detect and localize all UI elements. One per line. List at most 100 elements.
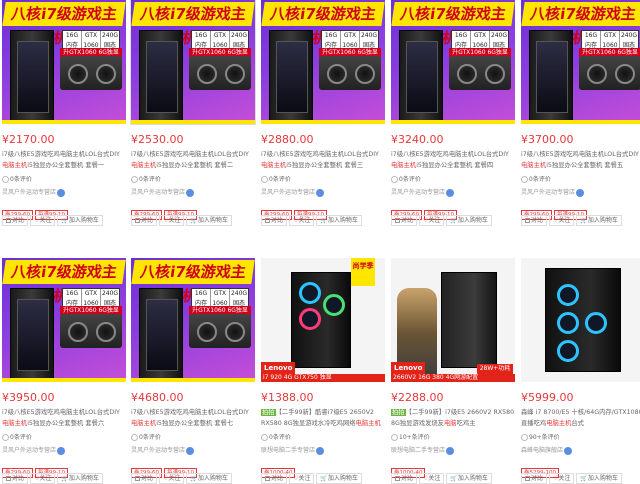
product-banner-image[interactable]: 八核i7级游戏主机 16G 内存 GTX 1060 240G 固态 升GTX10… bbox=[131, 0, 255, 124]
add-cart-button[interactable]: 🛒加入购物车 bbox=[576, 473, 622, 484]
review-count[interactable]: 0条评价 bbox=[391, 174, 515, 186]
chat-icon[interactable] bbox=[446, 188, 455, 197]
follow-button[interactable]: ♡关注 bbox=[289, 215, 315, 226]
follow-button[interactable]: ♡关注 bbox=[30, 473, 56, 484]
product-banner-image[interactable]: 八核i7级游戏主机 16G 内存 GTX 1060 240G 固态 升GTX10… bbox=[2, 258, 126, 382]
chat-icon[interactable] bbox=[57, 446, 66, 455]
follow-button[interactable]: ♡关注 bbox=[419, 215, 445, 226]
chat-icon[interactable] bbox=[186, 188, 195, 197]
compare-button[interactable]: 对比 bbox=[261, 473, 288, 484]
add-cart-button[interactable]: 🛒加入购物车 bbox=[186, 215, 232, 226]
follow-button[interactable]: ♡关注 bbox=[549, 473, 575, 484]
add-cart-button[interactable]: 🛒加入购物车 bbox=[316, 473, 362, 484]
product-image[interactable]: 八核i7级游戏主机 16G 内存 GTX 1060 240G 固态 升GTX10… bbox=[131, 258, 255, 382]
review-count[interactable]: 0条评价 bbox=[261, 432, 385, 444]
product-card[interactable]: 八核i7级游戏主机 16G 内存 GTX 1060 240G 固态 升GTX10… bbox=[2, 0, 126, 226]
add-cart-button[interactable]: 🛒加入购物车 bbox=[186, 473, 232, 484]
store-link[interactable]: 灵风户外运动专营店 bbox=[131, 445, 255, 457]
review-count[interactable]: 0条评价 bbox=[261, 174, 385, 186]
follow-button[interactable]: ♡关注 bbox=[159, 473, 185, 484]
product-photo[interactable] bbox=[521, 258, 640, 382]
store-link[interactable]: 灵风户外运动专营店 bbox=[521, 187, 640, 199]
chat-icon[interactable] bbox=[576, 188, 585, 197]
store-link[interactable]: 灵风户外运动专营店 bbox=[391, 187, 515, 199]
compare-button[interactable]: 对比 bbox=[2, 215, 29, 226]
product-title-link[interactable]: i7级八核E5游戏吃鸡电脑主机LOL台式DIY 电脑主机i5独显办公全套整机 套餐… bbox=[391, 149, 515, 171]
follow-button[interactable]: ♡关注 bbox=[289, 473, 315, 484]
product-image[interactable] bbox=[521, 258, 640, 382]
product-card[interactable]: 八核i7级游戏主机 16G 内存 GTX 1060 240G 固态 升GTX10… bbox=[2, 258, 126, 484]
product-card[interactable]: 八核i7级游戏主机 16G 内存 GTX 1060 240G 固态 升GTX10… bbox=[521, 0, 640, 226]
add-cart-button[interactable]: 🛒加入购物车 bbox=[57, 473, 103, 484]
product-banner-image[interactable]: 八核i7级游戏主机 16G 内存 GTX 1060 240G 固态 升GTX10… bbox=[521, 0, 640, 124]
product-banner-image[interactable]: 八核i7级游戏主机 16G 内存 GTX 1060 240G 固态 升GTX10… bbox=[131, 258, 255, 382]
product-banner-image[interactable]: 八核i7级游戏主机 16G 内存 GTX 1060 240G 固态 升GTX10… bbox=[2, 0, 126, 124]
product-photo[interactable]: Lenovo 28W+功耗 2660V2 16G 380 4G网游配置 bbox=[391, 258, 515, 382]
follow-button[interactable]: ♡关注 bbox=[159, 215, 185, 226]
follow-button[interactable]: ♡关注 bbox=[419, 473, 445, 484]
product-image[interactable]: 八核i7级游戏主机 16G 内存 GTX 1060 240G 固态 升GTX10… bbox=[2, 0, 126, 124]
chat-icon[interactable] bbox=[316, 188, 325, 197]
chat-icon[interactable] bbox=[186, 446, 195, 455]
product-card[interactable]: Lenovo 28W+功耗 2660V2 16G 380 4G网游配置 ¥228… bbox=[391, 258, 515, 484]
product-title-link[interactable]: i7级八核E5游戏吃鸡电脑主机LOL台式DIY 电脑主机i5独显办公全套整机 套餐… bbox=[2, 149, 126, 171]
product-card[interactable]: 八核i7级游戏主机 16G 内存 GTX 1060 240G 固态 升GTX10… bbox=[261, 0, 385, 226]
product-card[interactable]: 八核i7级游戏主机 16G 内存 GTX 1060 240G 固态 升GTX10… bbox=[130, 0, 256, 226]
compare-button[interactable]: 对比 bbox=[2, 473, 29, 484]
review-count[interactable]: 90+条评价 bbox=[521, 432, 640, 444]
chat-icon[interactable] bbox=[57, 188, 66, 197]
product-image[interactable]: 八核i7级游戏主机 16G 内存 GTX 1060 240G 固态 升GTX10… bbox=[391, 0, 515, 124]
store-link[interactable]: 联想电脑二手专营店 bbox=[391, 445, 515, 457]
store-link[interactable]: 灵风户外运动专营店 bbox=[131, 187, 255, 199]
compare-button[interactable]: 对比 bbox=[131, 215, 158, 226]
compare-button[interactable]: 对比 bbox=[391, 473, 418, 484]
product-card[interactable]: 尚学季 Lenovo i7 920 4G GTX750 独显 ¥1388.00 … bbox=[261, 258, 385, 484]
product-title-link[interactable]: i7级八核E5游戏吃鸡电脑主机LOL台式DIY 电脑主机i5独显办公全套整机 套餐… bbox=[261, 149, 385, 171]
product-image[interactable]: 八核i7级游戏主机 16G 内存 GTX 1060 240G 固态 升GTX10… bbox=[2, 258, 126, 382]
add-cart-button[interactable]: 🛒加入购物车 bbox=[316, 215, 362, 226]
product-image[interactable]: 八核i7级游戏主机 16G 内存 GTX 1060 240G 固态 升GTX10… bbox=[130, 0, 256, 125]
review-count[interactable]: 0条评价 bbox=[2, 174, 126, 186]
review-count[interactable]: 0条评价 bbox=[2, 432, 126, 444]
product-title-link[interactable]: 森峰 i7 8700/E5 十核/64G内存/GTX1080直播吃鸡电脑主机台式 bbox=[521, 407, 640, 429]
review-count[interactable]: 0条评价 bbox=[131, 432, 255, 444]
product-card[interactable]: ¥5999.00 森峰 i7 8700/E5 十核/64G内存/GTX1080直… bbox=[521, 258, 640, 484]
compare-button[interactable]: 对比 bbox=[391, 215, 418, 226]
add-cart-button[interactable]: 🛒加入购物车 bbox=[446, 473, 492, 484]
chat-icon[interactable] bbox=[316, 446, 325, 455]
product-title-link[interactable]: 拍拍【二手99新】酷睿i7级E5 2650V2 RX580 8G独显游戏水冷吃鸡… bbox=[261, 407, 385, 429]
compare-button[interactable]: 对比 bbox=[521, 215, 548, 226]
product-card[interactable]: 八核i7级游戏主机 16G 内存 GTX 1060 240G 固态 升GTX10… bbox=[131, 258, 255, 484]
product-banner-image[interactable]: 八核i7级游戏主机 16G 内存 GTX 1060 240G 固态 升GTX10… bbox=[391, 0, 515, 124]
review-count[interactable]: 0条评价 bbox=[131, 174, 255, 186]
product-title-link[interactable]: 拍拍【二手99新】i7级E5 2660V2 RX580 8G独显游戏发烧友电脑吃… bbox=[391, 407, 515, 429]
product-banner-image[interactable]: 八核i7级游戏主机 16G 内存 GTX 1060 240G 固态 升GTX10… bbox=[261, 0, 385, 124]
add-cart-button[interactable]: 🛒加入购物车 bbox=[446, 215, 492, 226]
product-title-link[interactable]: i7级八核E5游戏吃鸡电脑主机LOL台式DIY 电脑主机i5独显办公全套整机 套餐… bbox=[521, 149, 640, 171]
product-image[interactable]: 八核i7级游戏主机 16G 内存 GTX 1060 240G 固态 升GTX10… bbox=[521, 0, 640, 124]
store-link[interactable]: 灵风户外运动专营店 bbox=[2, 445, 126, 457]
compare-button[interactable]: 对比 bbox=[131, 473, 158, 484]
review-count[interactable]: 0条评价 bbox=[521, 174, 640, 186]
store-link[interactable]: 联想电脑二手专营店 bbox=[261, 445, 385, 457]
product-image[interactable]: 尚学季 Lenovo i7 920 4G GTX750 独显 bbox=[261, 258, 385, 382]
product-image[interactable]: Lenovo 28W+功耗 2660V2 16G 380 4G网游配置 bbox=[391, 258, 515, 382]
follow-button[interactable]: ♡关注 bbox=[549, 215, 575, 226]
compare-button[interactable]: 对比 bbox=[261, 215, 288, 226]
add-cart-button[interactable]: 🛒加入购物车 bbox=[576, 215, 622, 226]
product-image[interactable]: 八核i7级游戏主机 16G 内存 GTX 1060 240G 固态 升GTX10… bbox=[261, 0, 385, 124]
compare-button[interactable]: 对比 bbox=[521, 473, 548, 484]
chat-icon[interactable] bbox=[446, 446, 455, 455]
chat-icon[interactable] bbox=[564, 446, 573, 455]
product-card[interactable]: 八核i7级游戏主机 16G 内存 GTX 1060 240G 固态 升GTX10… bbox=[391, 0, 515, 226]
store-link[interactable]: 灵风户外运动专营店 bbox=[2, 187, 126, 199]
add-cart-button[interactable]: 🛒加入购物车 bbox=[57, 215, 103, 226]
store-link[interactable]: 森峰电脑旗舰店 bbox=[521, 445, 640, 457]
store-link[interactable]: 灵风户外运动专营店 bbox=[261, 187, 385, 199]
product-photo[interactable]: 尚学季 Lenovo i7 920 4G GTX750 独显 bbox=[261, 258, 385, 382]
follow-button[interactable]: ♡关注 bbox=[30, 215, 56, 226]
product-title-link[interactable]: i7级八核E5游戏吃鸡电脑主机LOL台式DIY 电脑主机i5独显办公全套整机 套餐… bbox=[131, 149, 255, 171]
product-title-link[interactable]: i7级八核E5游戏吃鸡电脑主机LOL台式DIY 电脑主机i5独显办公全套整机 套餐… bbox=[131, 407, 255, 429]
review-count[interactable]: 10+条评价 bbox=[391, 432, 515, 444]
product-title-link[interactable]: i7级八核E5游戏吃鸡电脑主机LOL台式DIY 电脑主机i5独显办公全套整机 套餐… bbox=[2, 407, 126, 429]
